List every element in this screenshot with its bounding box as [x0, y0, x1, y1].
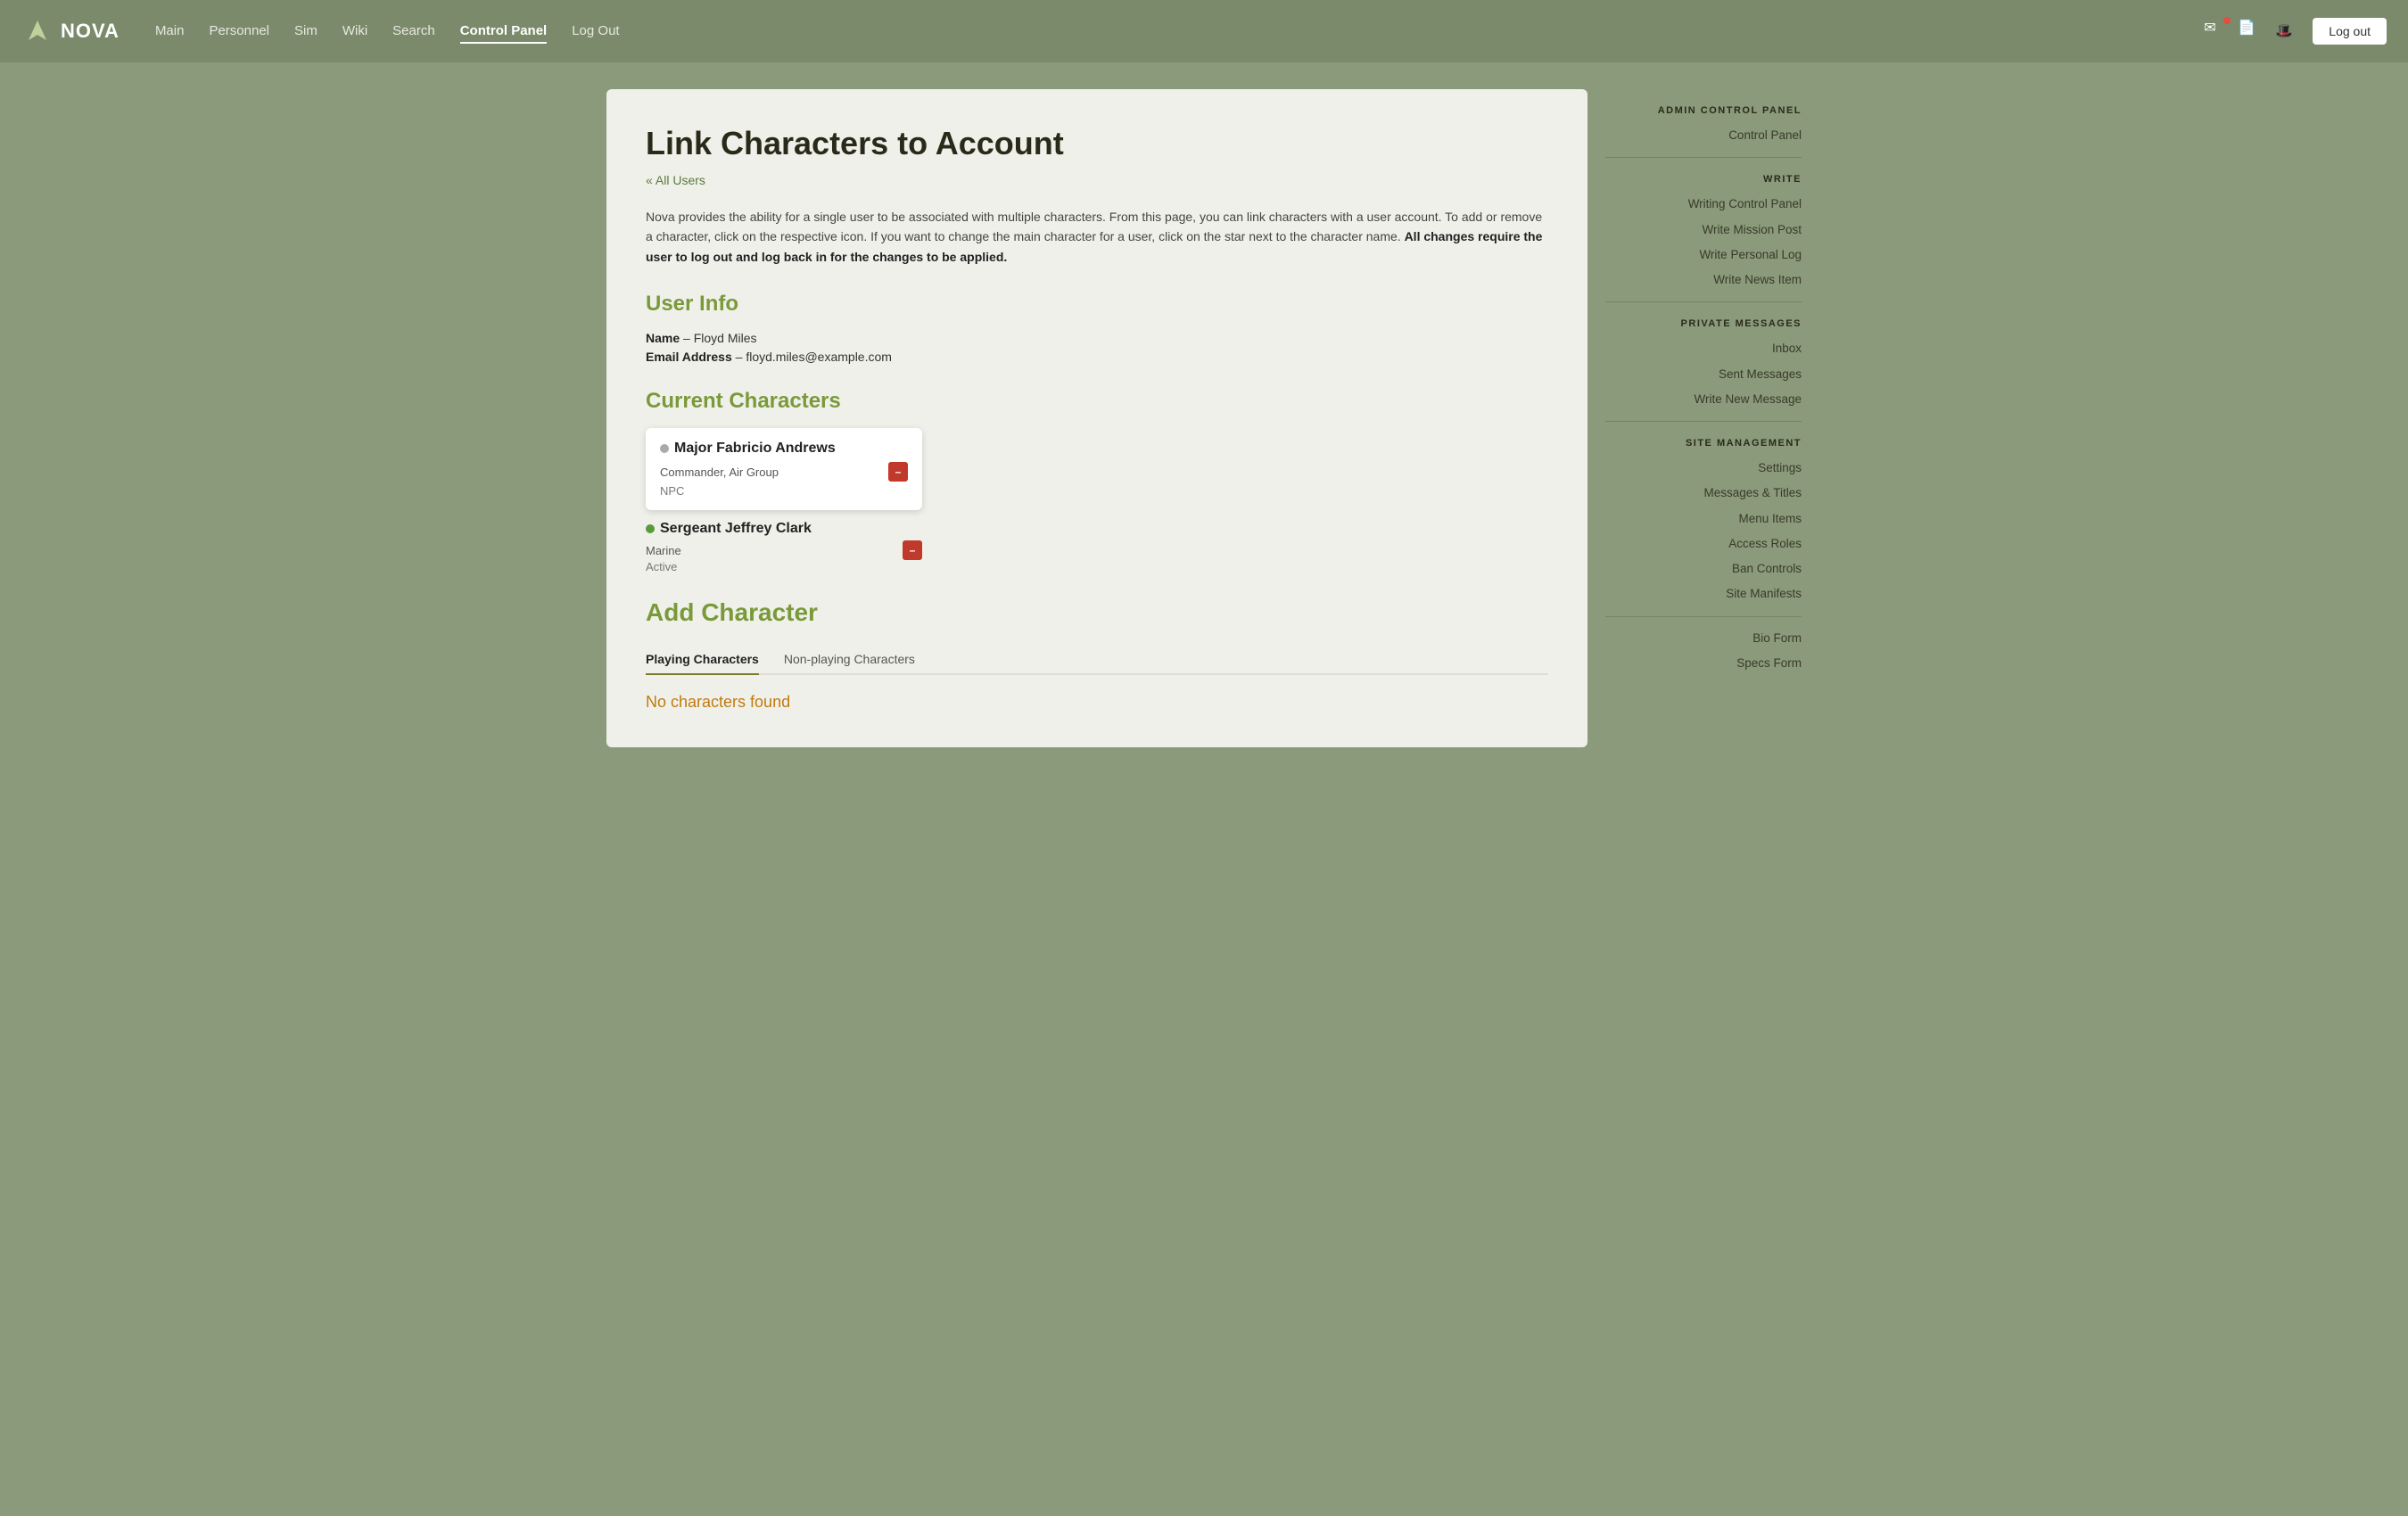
sidebar-item-messages-titles[interactable]: Messages & Titles [1605, 481, 1802, 506]
description-text: Nova provides the ability for a single u… [646, 207, 1548, 267]
sidebar-item-sent-messages[interactable]: Sent Messages [1605, 362, 1802, 387]
current-characters-section: Current Characters Major Fabricio Andrew… [646, 389, 1548, 573]
sidebar-item-menu-items[interactable]: Menu Items [1605, 507, 1802, 531]
nav-links: Main Personnel Sim Wiki Search Control P… [155, 20, 2204, 44]
char-name-fabricio: Major Fabricio Andrews [660, 441, 908, 457]
char-position-jeffrey: Marine [646, 544, 681, 557]
character-item-jeffrey: Sergeant Jeffrey Clark Marine – Active [646, 521, 1548, 573]
no-characters-message: No characters found [646, 693, 1548, 712]
email-separator: – [736, 350, 746, 364]
breadcrumb-all-users[interactable]: « All Users [646, 173, 705, 187]
user-info-title: User Info [646, 292, 1548, 317]
sidebar-site-management-title: SITE MANAGEMENT [1605, 438, 1802, 449]
sidebar-item-write-personal-log[interactable]: Write Personal Log [1605, 243, 1802, 268]
messages-icon[interactable]: ✉ [2204, 19, 2229, 44]
sidebar-item-settings[interactable]: Settings [1605, 456, 1802, 481]
sidebar-item-bio-form[interactable]: Bio Form [1605, 626, 1802, 651]
char-row-fabricio: Commander, Air Group – [660, 462, 908, 482]
sidebar-write-title: WRITE [1605, 174, 1802, 185]
sidebar-item-write-news-item[interactable]: Write News Item [1605, 268, 1802, 292]
navbar: NOVA Main Personnel Sim Wiki Search Cont… [0, 0, 2408, 62]
nav-logo[interactable]: NOVA [21, 15, 120, 47]
tab-playing-characters[interactable]: Playing Characters [646, 645, 759, 675]
char-position-fabricio: Commander, Air Group [660, 466, 779, 479]
char-name-text-fabricio: Major Fabricio Andrews [674, 441, 836, 457]
char-status-dot-fabricio [660, 444, 669, 453]
name-value: Floyd Miles [694, 331, 757, 345]
documents-icon[interactable]: 📄 [2238, 19, 2263, 44]
sidebar-item-inbox[interactable]: Inbox [1605, 336, 1802, 361]
remove-jeffrey-button[interactable]: – [903, 540, 922, 560]
sidebar-divider-4 [1605, 616, 1802, 617]
nav-link-wiki[interactable]: Wiki [342, 20, 367, 44]
user-email: Email Address – floyd.miles@example.com [646, 350, 1548, 364]
current-characters-title: Current Characters [646, 389, 1548, 414]
name-separator: – [683, 331, 694, 345]
email-value: floyd.miles@example.com [746, 350, 892, 364]
add-character-title: Add Character [646, 598, 1548, 627]
page-title: Link Characters to Account [646, 125, 1548, 162]
email-label: Email Address [646, 350, 732, 364]
user-icon[interactable]: 🎩 [2272, 19, 2297, 44]
sidebar-divider-3 [1605, 421, 1802, 422]
sidebar-admin-title: ADMIN CONTROL PANEL [1605, 105, 1802, 116]
nav-link-personnel[interactable]: Personnel [209, 20, 269, 44]
logo-text: NOVA [61, 20, 120, 43]
sidebar-item-specs-form[interactable]: Specs Form [1605, 651, 1802, 676]
sidebar-item-write-mission-post[interactable]: Write Mission Post [1605, 218, 1802, 243]
sidebar-item-control-panel[interactable]: Control Panel [1605, 123, 1802, 148]
nav-link-control-panel[interactable]: Control Panel [460, 20, 548, 44]
user-info-section: User Info Name – Floyd Miles Email Addre… [646, 292, 1548, 364]
character-card-fabricio: Major Fabricio Andrews Commander, Air Gr… [646, 428, 922, 510]
name-label: Name [646, 331, 680, 345]
nav-link-logout[interactable]: Log Out [572, 20, 619, 44]
sidebar-item-site-manifests[interactable]: Site Manifests [1605, 581, 1802, 606]
nav-link-search[interactable]: Search [392, 20, 435, 44]
page-wrapper: Link Characters to Account « All Users N… [589, 62, 1819, 774]
nav-link-sim[interactable]: Sim [294, 20, 317, 44]
main-content: Link Characters to Account « All Users N… [606, 89, 1587, 747]
char-type-fabricio: NPC [660, 484, 908, 498]
char-type-jeffrey: Active [646, 560, 1548, 573]
sidebar-item-writing-control-panel[interactable]: Writing Control Panel [1605, 192, 1802, 217]
character-tabs: Playing Characters Non-playing Character… [646, 645, 1548, 675]
sidebar-item-access-roles[interactable]: Access Roles [1605, 531, 1802, 556]
logout-button[interactable]: Log out [2313, 18, 2387, 45]
char-status-dot-jeffrey [646, 524, 655, 533]
nav-right-icons: ✉ 📄 🎩 Log out [2204, 18, 2387, 45]
sidebar-item-ban-controls[interactable]: Ban Controls [1605, 556, 1802, 581]
remove-fabricio-button[interactable]: – [888, 462, 908, 482]
messages-dot [2223, 17, 2231, 24]
tab-non-playing-characters[interactable]: Non-playing Characters [784, 645, 915, 675]
char-name-jeffrey: Sergeant Jeffrey Clark [646, 521, 1548, 537]
char-name-text-jeffrey: Sergeant Jeffrey Clark [660, 521, 812, 537]
nav-link-main[interactable]: Main [155, 20, 185, 44]
char-detail-jeffrey: Marine – [646, 540, 922, 560]
sidebar-divider-2 [1605, 301, 1802, 302]
sidebar-divider-1 [1605, 157, 1802, 158]
sidebar: ADMIN CONTROL PANEL Control Panel WRITE … [1605, 89, 1802, 676]
add-character-section: Add Character Playing Characters Non-pla… [646, 598, 1548, 712]
sidebar-pm-title: PRIVATE MESSAGES [1605, 318, 1802, 329]
sidebar-item-write-new-message[interactable]: Write New Message [1605, 387, 1802, 412]
user-name: Name – Floyd Miles [646, 331, 1548, 345]
